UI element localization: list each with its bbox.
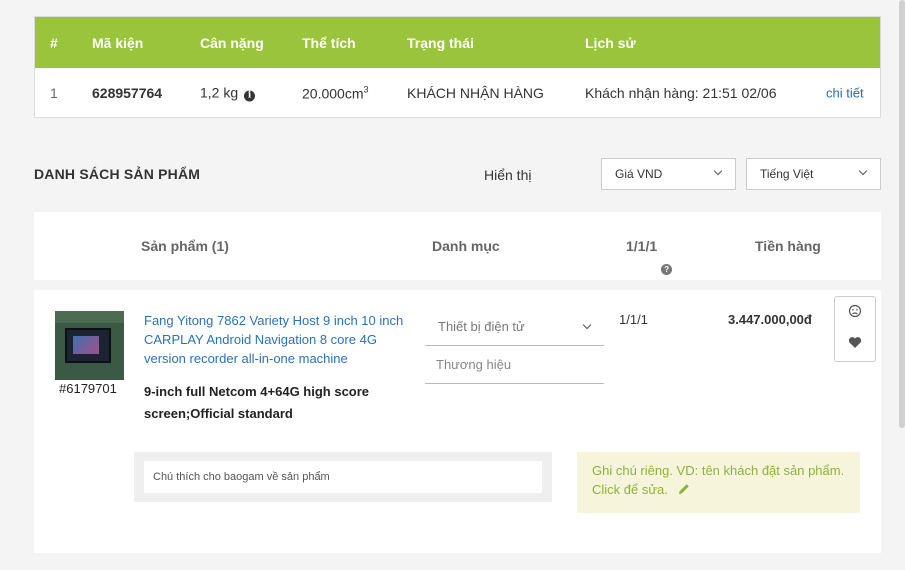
currency-select-value: Giá VND <box>615 167 663 181</box>
volume-cell: 20.000cm3 <box>302 84 369 101</box>
package-table-header: # Mã kiện Cân nặng Thể tích Trạng thái L… <box>35 17 880 68</box>
heart-icon[interactable] <box>835 336 875 354</box>
product-actions <box>834 296 876 362</box>
header-package-code: Mã kiện <box>92 34 144 51</box>
language-select-value: Tiếng Việt <box>760 167 814 181</box>
baogam-note-input[interactable] <box>144 461 542 493</box>
header-category: Danh mục <box>432 238 500 254</box>
product-sku: #6179701 <box>59 381 117 396</box>
chevron-down-icon <box>713 166 723 176</box>
volume-unit-sup: 3 <box>363 84 369 95</box>
baogam-note-wrapper <box>134 452 552 502</box>
header-quantity: 1/1/1? <box>626 238 673 275</box>
category-select-value: Thiết bị điện tử <box>438 319 525 334</box>
header-product: Sản phẩm (1) <box>141 238 229 254</box>
header-history: Lịch sử <box>585 34 636 51</box>
weight-value: 1,2 kg <box>200 84 239 100</box>
header-volume: Thể tích <box>302 34 356 51</box>
category-select[interactable]: Thiết bị điện tử <box>425 311 604 346</box>
product-variant: 9-inch full Netcom 4+64G high score scre… <box>144 384 370 421</box>
chevron-down-icon <box>858 166 868 176</box>
product-name-link[interactable]: Fang Yitong 7862 Variety Host 9 inch 10 … <box>144 311 414 368</box>
product-thumbnail[interactable] <box>55 311 124 380</box>
package-table: # Mã kiện Cân nặng Thể tích Trạng thái L… <box>34 16 881 118</box>
history-text: Khách nhận hàng: 21:51 02/06 <box>585 84 777 101</box>
status-text: KHÁCH NHẬN HÀNG <box>407 84 544 101</box>
product-list-title: DANH SÁCH SẢN PHẨM <box>34 166 201 182</box>
product-price: 3.447.000,00đ <box>728 312 812 327</box>
product-table-header: Sản phẩm (1) Danh mục 1/1/1? Tiền hàng <box>34 212 881 280</box>
header-index: # <box>50 34 58 51</box>
package-code: 628957764 <box>92 84 163 101</box>
header-status: Trạng thái <box>407 34 474 51</box>
show-label: Hiển thị <box>484 167 532 183</box>
product-quantity: 1/1/1 <box>619 312 648 327</box>
language-select[interactable]: Tiếng Việt <box>746 158 881 190</box>
product-row: #6179701 Fang Yitong 7862 Variety Host 9… <box>34 290 881 553</box>
chevron-down-icon <box>582 320 592 330</box>
pencil-icon[interactable] <box>678 481 690 500</box>
detail-link[interactable]: chi tiết <box>826 85 864 100</box>
header-quantity-label: 1/1/1 <box>626 238 658 254</box>
page-scrollbar[interactable] <box>899 0 905 428</box>
row-index: 1 <box>50 84 58 101</box>
weight-cell: 1,2 kg i <box>200 84 256 101</box>
volume-value: 20.000cm <box>302 84 364 101</box>
brand-input[interactable] <box>425 346 604 383</box>
header-weight: Cân nặng <box>200 34 264 51</box>
private-note[interactable]: Ghi chú riêng. VD: tên khách đặt sản phẩ… <box>577 452 860 513</box>
private-note-text: Ghi chú riêng. VD: tên khách đặt sản phẩ… <box>592 463 845 497</box>
question-icon[interactable]: ? <box>661 264 673 275</box>
package-row: 1 628957764 1,2 kg i 20.000cm3 KHÁCH NHẬN… <box>35 68 880 117</box>
currency-select[interactable]: Giá VND <box>601 158 736 190</box>
info-icon[interactable]: i <box>244 90 256 101</box>
header-amount: Tiền hàng <box>755 238 821 254</box>
brand-field <box>425 346 604 384</box>
frown-icon[interactable] <box>835 304 875 323</box>
